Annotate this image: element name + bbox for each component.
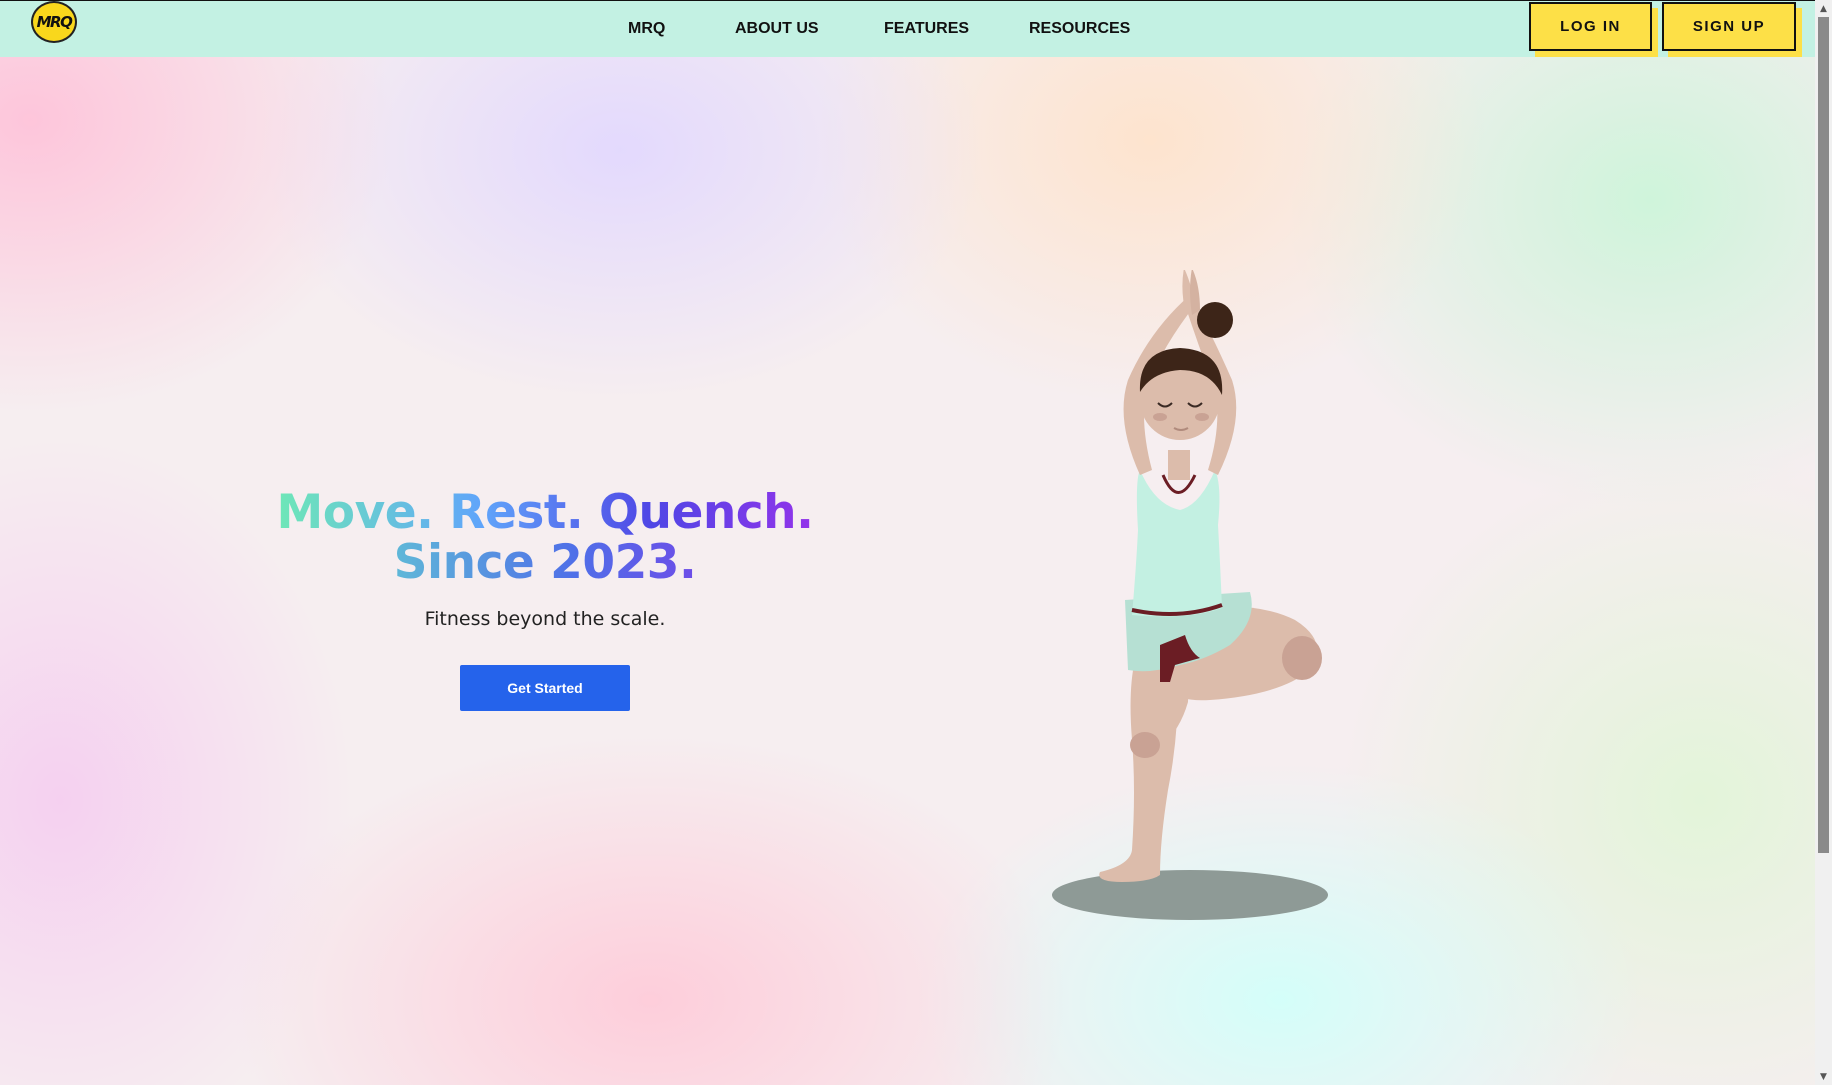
mrq-logo[interactable]: MRQ — [31, 1, 77, 43]
headline-line-1: Move. Rest. Quench. — [276, 485, 814, 540]
standing-leg — [1099, 660, 1179, 882]
scroll-down-icon[interactable]: ▼ — [1815, 1068, 1832, 1085]
page-scrollbar[interactable]: ▲ ▼ — [1815, 0, 1832, 1085]
floor-shadow — [1052, 870, 1328, 920]
hero-text-block: Move. Rest. Quench. Since 2023. Fitness … — [270, 488, 820, 631]
nav-link-mrq[interactable]: MRQ — [628, 20, 665, 38]
yoga-woman-illustration — [1052, 270, 1328, 920]
nav-link-about-us[interactable]: ABOUT US — [735, 20, 819, 38]
hero-subheading: Fitness beyond the scale. — [424, 608, 666, 630]
hero-headline: Move. Rest. Quench. Since 2023. — [270, 488, 820, 588]
top-navbar: MRQ MRQ ABOUT US FEATURES RESOURCES LOG … — [0, 0, 1815, 57]
scrollbar-thumb[interactable] — [1818, 17, 1829, 853]
sign-up-button[interactable]: SIGN UP — [1662, 2, 1796, 51]
nav-link-features[interactable]: FEATURES — [884, 20, 969, 38]
headline-line-2: Since 2023. — [393, 535, 697, 590]
log-in-button[interactable]: LOG IN — [1529, 2, 1652, 51]
get-started-button[interactable]: Get Started — [460, 665, 630, 711]
scroll-up-icon[interactable]: ▲ — [1815, 0, 1832, 17]
nav-link-resources[interactable]: RESOURCES — [1029, 20, 1130, 38]
